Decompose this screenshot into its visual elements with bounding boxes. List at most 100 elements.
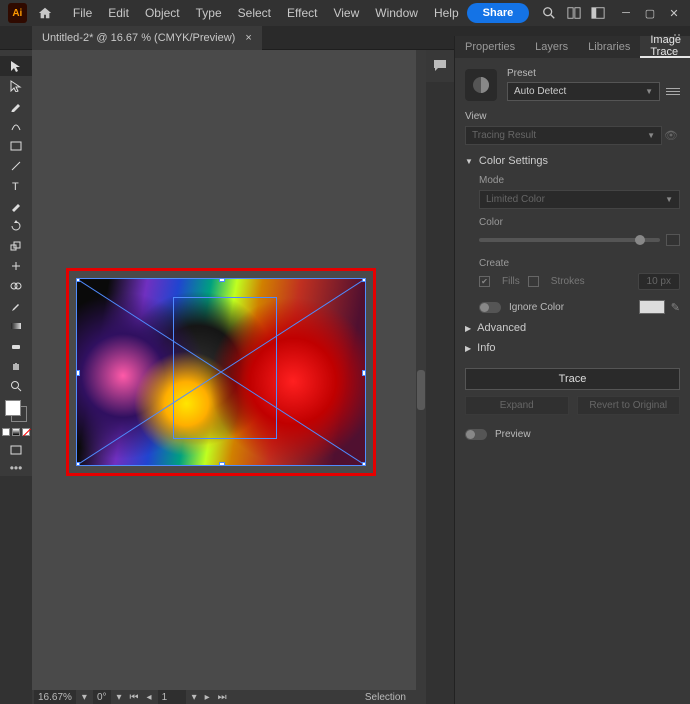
document-tab[interactable]: Untitled-2* @ 16.67 % (CMYK/Preview) × <box>32 26 262 50</box>
strokes-value-field[interactable]: 10 px <box>638 273 680 290</box>
selection-handle-tc[interactable] <box>219 278 225 282</box>
paintbrush-tool[interactable] <box>0 196 32 216</box>
fills-checkbox[interactable]: ✔ <box>479 276 490 287</box>
mode-dropdown[interactable]: Limited Color ▼ <box>479 190 680 209</box>
tab-image-trace[interactable]: Image Trace <box>640 36 690 58</box>
rotate-view-field[interactable]: 0° <box>93 690 111 704</box>
maximize-button[interactable]: ▢ <box>638 2 662 24</box>
none-mode-swatch[interactable] <box>22 428 30 436</box>
pen-tool[interactable] <box>0 96 32 116</box>
selection-handle-bc[interactable] <box>219 462 225 466</box>
selection-handle-mr[interactable] <box>362 370 366 376</box>
menu-effect[interactable]: Effect <box>279 0 325 26</box>
close-window-button[interactable]: ✕ <box>662 2 686 24</box>
strokes-label: Strokes <box>551 276 585 287</box>
mode-dropdown-value: Limited Color <box>486 194 545 205</box>
zoom-dropdown-icon[interactable]: ▾ <box>78 692 91 703</box>
selection-handle-bl[interactable] <box>76 462 80 466</box>
view-dropdown[interactable]: Tracing Result ▼ <box>465 126 662 145</box>
eyedropper-icon[interactable]: ✎ <box>671 301 680 314</box>
comments-panel-icon[interactable] <box>426 50 454 82</box>
zoom-tool[interactable] <box>0 376 32 396</box>
selection-tool[interactable] <box>0 56 32 76</box>
vertical-scrollbar[interactable] <box>416 50 426 690</box>
chevron-right-icon: ▶ <box>465 324 471 333</box>
right-panel: Properties Layers Libraries Image Trace … <box>454 36 690 704</box>
fills-label: Fills <box>502 276 520 287</box>
width-tool[interactable] <box>0 256 32 276</box>
eraser-tool[interactable] <box>0 336 32 356</box>
color-slider[interactable] <box>479 238 660 242</box>
selection-handle-tl[interactable] <box>76 278 80 282</box>
artboard-number-field[interactable]: 1 <box>158 690 186 704</box>
tab-layers[interactable]: Layers <box>525 36 578 58</box>
trace-button[interactable]: Trace <box>465 368 680 390</box>
ignore-color-toggle[interactable] <box>479 302 501 313</box>
artboard-outline <box>173 297 277 439</box>
gradient-mode-swatch[interactable] <box>12 428 20 436</box>
chevron-down-icon: ▼ <box>645 87 653 96</box>
color-mode-swatch[interactable] <box>2 428 10 436</box>
scrollbar-thumb[interactable] <box>417 370 425 410</box>
menu-type[interactable]: Type <box>188 0 230 26</box>
expand-button[interactable]: Expand <box>465 396 569 415</box>
tab-properties[interactable]: Properties <box>455 36 525 58</box>
tab-libraries[interactable]: Libraries <box>578 36 640 58</box>
zoom-level-field[interactable]: 16.67% <box>34 690 76 704</box>
screen-mode-tool[interactable] <box>0 440 32 460</box>
curvature-tool[interactable] <box>0 116 32 136</box>
selection-handle-br[interactable] <box>362 462 366 466</box>
menu-object[interactable]: Object <box>137 0 188 26</box>
artboard-first-icon[interactable]: ⏮ <box>126 692 143 703</box>
app-logo: Ai <box>8 3 27 23</box>
preview-toggle[interactable] <box>465 429 487 440</box>
scale-tool[interactable] <box>0 236 32 256</box>
artboard-prev-icon[interactable]: ◂ <box>143 692 156 703</box>
direct-selection-tool[interactable] <box>0 76 32 96</box>
search-icon[interactable] <box>537 0 561 26</box>
artboard-last-icon[interactable]: ⏭ <box>214 692 231 703</box>
share-button[interactable]: Share <box>467 3 530 23</box>
edit-toolbar-button[interactable]: ••• <box>0 460 32 476</box>
advanced-header[interactable]: ▶ Advanced <box>465 322 680 334</box>
chevron-down-icon: ▼ <box>665 195 673 204</box>
minimize-button[interactable]: ─ <box>614 2 638 24</box>
eyedropper-tool[interactable] <box>0 296 32 316</box>
info-header[interactable]: ▶ Info <box>465 342 680 354</box>
menu-select[interactable]: Select <box>230 0 279 26</box>
line-tool[interactable] <box>0 156 32 176</box>
artboard-next-icon[interactable]: ▸ <box>201 692 214 703</box>
home-icon[interactable] <box>33 0 57 26</box>
menu-window[interactable]: Window <box>367 0 426 26</box>
fill-swatch[interactable] <box>5 400 21 416</box>
hand-tool[interactable] <box>0 356 32 376</box>
color-value-field[interactable] <box>666 234 680 246</box>
preset-dropdown[interactable]: Auto Detect ▼ <box>507 82 660 101</box>
type-tool[interactable]: T <box>0 176 32 196</box>
arrange-documents-icon[interactable] <box>562 0 586 26</box>
rectangle-tool[interactable] <box>0 136 32 156</box>
canvas[interactable] <box>32 50 416 690</box>
strokes-checkbox[interactable] <box>528 276 539 287</box>
menu-help[interactable]: Help <box>426 0 467 26</box>
selected-image[interactable] <box>76 278 366 466</box>
document-tab-close-icon[interactable]: × <box>245 32 251 44</box>
selection-handle-ml[interactable] <box>76 370 80 376</box>
rotate-tool[interactable] <box>0 216 32 236</box>
gradient-tool[interactable] <box>0 316 32 336</box>
menu-view[interactable]: View <box>325 0 367 26</box>
workspace-switcher-icon[interactable] <box>586 0 610 26</box>
shape-builder-tool[interactable] <box>0 276 32 296</box>
rotate-dropdown-icon[interactable]: ▾ <box>113 692 126 703</box>
ignore-color-swatch[interactable] <box>639 300 665 314</box>
artboard-dropdown-icon[interactable]: ▾ <box>188 692 201 703</box>
revert-button[interactable]: Revert to Original <box>577 396 681 415</box>
menu-file[interactable]: File <box>65 0 100 26</box>
menu-edit[interactable]: Edit <box>100 0 137 26</box>
color-slider-thumb[interactable] <box>635 235 645 245</box>
view-eye-icon[interactable]: 👁 <box>662 129 680 142</box>
color-settings-header[interactable]: ▼ Color Settings <box>465 155 680 167</box>
selection-handle-tr[interactable] <box>362 278 366 282</box>
preset-menu-icon[interactable] <box>666 88 680 95</box>
fill-stroke-swatches[interactable] <box>0 396 32 440</box>
